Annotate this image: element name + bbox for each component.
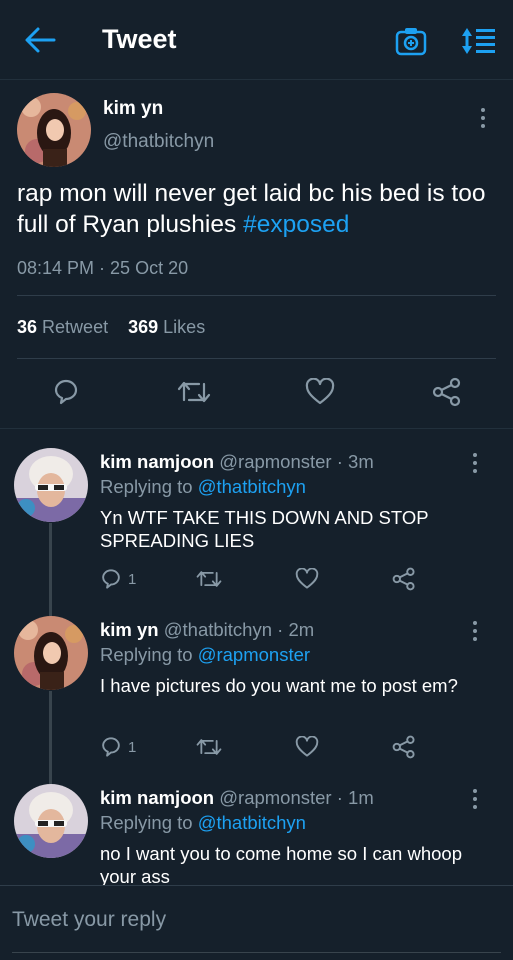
replying-to: Replying to @thatbitchyn (100, 476, 306, 497)
reply-icon[interactable] (100, 736, 122, 758)
reply-meta: @rapmonster · 1m (219, 787, 374, 808)
reply-text: I have pictures do you want me to post e… (100, 675, 458, 696)
avatar[interactable] (14, 448, 88, 522)
replying-to: Replying to @thatbitchyn (100, 812, 306, 833)
thread-line (49, 523, 52, 616)
reply-icon[interactable] (100, 568, 122, 590)
share-icon[interactable] (432, 377, 462, 407)
avatar[interactable] (14, 784, 88, 858)
retweet-count[interactable]: 36 (17, 317, 37, 337)
divider (17, 295, 496, 296)
replying-to-handle[interactable]: @thatbitchyn (198, 476, 306, 497)
replying-to: Replying to @rapmonster (100, 644, 311, 665)
tweet-timestamp: 08:14 PM · 25 Oct 20 (17, 258, 189, 278)
divider (17, 358, 496, 359)
reply-input[interactable]: Tweet your reply (12, 908, 166, 932)
camera-icon[interactable] (395, 26, 427, 56)
tweet-text: rap mon will never get laid bc his bed i… (17, 180, 486, 238)
tweet-actions (0, 371, 513, 411)
author-name[interactable]: kim namjoon (100, 451, 214, 472)
author-handle[interactable]: @thatbitchyn (103, 131, 214, 153)
reply-meta: @thatbitchyn · 2m (163, 619, 315, 640)
reply-icon[interactable] (52, 378, 80, 406)
retweet-icon[interactable] (196, 736, 222, 758)
replying-to-handle[interactable]: @thatbitchyn (198, 812, 306, 833)
likes-label[interactable]: Likes (163, 317, 205, 337)
reply-text: Yn WTF TAKE THIS DOWN AND STOP SPREADING… (100, 507, 429, 551)
reply-header: kim namjoon @rapmonster · 3m (100, 451, 374, 473)
back-arrow-icon[interactable] (24, 26, 56, 54)
replying-to-handle[interactable]: @rapmonster (198, 644, 310, 665)
thread-line (49, 691, 52, 784)
reply-text: no I want you to come home so I can whoo… (100, 843, 462, 887)
reply-header: kim namjoon @rapmonster · 1m (100, 787, 374, 809)
like-icon[interactable] (295, 736, 319, 758)
avatar[interactable] (14, 616, 88, 690)
tweet-stats: 36 Retweet 369 Likes (17, 317, 205, 338)
retweet-icon[interactable] (196, 568, 222, 590)
input-underline (12, 952, 501, 953)
more-icon[interactable] (472, 789, 478, 811)
more-icon[interactable] (472, 621, 478, 643)
share-icon[interactable] (392, 735, 416, 759)
more-icon[interactable] (472, 453, 478, 475)
like-icon[interactable] (295, 568, 319, 590)
more-icon[interactable] (480, 108, 486, 130)
sort-icon[interactable] (461, 26, 497, 56)
section-divider (0, 428, 513, 429)
reply-meta: @rapmonster · 3m (219, 451, 374, 472)
author-name[interactable]: kim yn (103, 98, 163, 120)
page-title: Tweet (102, 24, 177, 54)
reply-count: 1 (128, 739, 137, 756)
reply-count: 1 (128, 571, 137, 588)
retweet-label[interactable]: Retweet (42, 317, 108, 337)
avatar[interactable] (17, 93, 91, 167)
share-icon[interactable] (392, 567, 416, 591)
retweet-icon[interactable] (177, 378, 211, 406)
like-count[interactable]: 369 (128, 317, 158, 337)
like-icon[interactable] (305, 378, 335, 406)
reply-header: kim yn @thatbitchyn · 2m (100, 619, 314, 641)
author-name[interactable]: kim yn (100, 619, 159, 640)
reply-composer: Tweet your reply (0, 885, 513, 960)
hashtag-link[interactable]: #exposed (243, 211, 349, 238)
top-bar: Tweet (0, 0, 513, 80)
author-name[interactable]: kim namjoon (100, 787, 214, 808)
